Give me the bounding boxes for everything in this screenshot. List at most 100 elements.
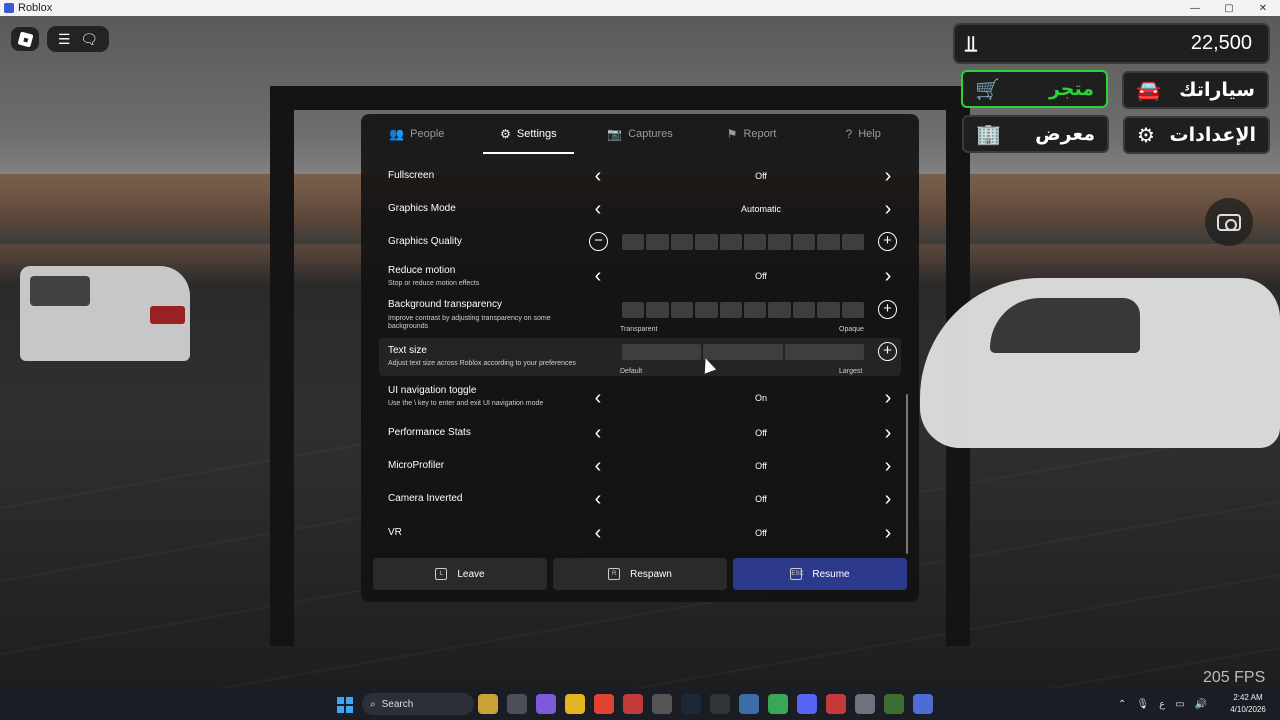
settings-icon[interactable] (855, 694, 875, 714)
settings-hud-button[interactable]: ⚙ الإعدادات (1123, 116, 1270, 154)
leave-button[interactable]: L Leave (373, 558, 547, 590)
chevron-right-icon[interactable]: › (879, 489, 897, 509)
chevron-right-icon[interactable]: › (879, 523, 897, 543)
keyboard-language-icon[interactable]: ع (1159, 699, 1165, 710)
chevron-left-icon[interactable]: ‹ (589, 456, 607, 476)
network-icon[interactable]: ▭ (1175, 699, 1184, 710)
app-icon[interactable] (826, 694, 846, 714)
taskbar-search[interactable]: ⌕ Search (362, 693, 474, 715)
chevron-left-icon[interactable]: ‹ (589, 166, 607, 186)
setting-camera-inverted: Camera Inverted ‹ Off › (379, 483, 901, 511)
chevron-left-icon[interactable]: ‹ (589, 388, 607, 408)
setting-label: Fullscreen (388, 170, 435, 181)
settings-scrollbar[interactable] (906, 394, 908, 554)
chevron-left-icon[interactable]: ‹ (589, 489, 607, 509)
clock-time: 2:42 AM (1233, 693, 1263, 702)
camera-icon (1217, 213, 1241, 231)
showroom-icon: 🏢 (976, 123, 1001, 146)
tab-settings-label: Settings (516, 128, 557, 140)
chat-icon[interactable]: 🗨 (80, 31, 98, 48)
respawn-button[interactable]: R Respawn (553, 558, 727, 590)
screenshot-button[interactable] (1205, 198, 1253, 246)
setting-label: MicroProfiler (388, 460, 445, 471)
flag-icon: ⚑ (726, 127, 738, 141)
quality-slider[interactable] (622, 234, 865, 250)
tab-help[interactable]: ? Help (807, 114, 919, 154)
transparency-slider[interactable] (622, 302, 865, 318)
maximize-button[interactable]: ▢ (1212, 3, 1246, 14)
my-cars-button[interactable]: 🚘 سياراتك (1122, 71, 1269, 109)
key-hint-icon: ESC (790, 568, 804, 580)
setting-graphics-mode: Graphics Mode ‹ Automatic › (379, 193, 901, 221)
roblox-logo-icon (17, 31, 33, 47)
roblox-menu-button[interactable] (11, 27, 39, 51)
setting-ui-navigation-toggle: UI navigation toggle Use the \ key to en… (379, 380, 901, 412)
taskbar-clock[interactable]: 2:42 AM 4/10/2026 (1226, 692, 1270, 716)
taskbar-apps (478, 694, 933, 714)
app-icon[interactable] (739, 694, 759, 714)
setting-label: Performance Stats (388, 427, 471, 438)
close-button[interactable]: ✕ (1246, 3, 1280, 14)
setting-value: Off (755, 494, 767, 504)
tab-report[interactable]: ⚑ Report (696, 114, 808, 154)
chevron-right-icon[interactable]: › (879, 388, 897, 408)
chevron-right-icon[interactable]: › (879, 456, 897, 476)
settings-hud-button-label: الإعدادات (1169, 124, 1256, 146)
plus-circle-icon[interactable]: + (878, 300, 897, 319)
setting-label: Graphics Mode (388, 203, 456, 214)
gear-icon: ⚙ (1137, 124, 1155, 147)
chevron-left-icon[interactable]: ‹ (589, 423, 607, 443)
task-view-icon[interactable] (507, 694, 527, 714)
chevron-right-icon[interactable]: › (879, 423, 897, 443)
search-icon: ⌕ (370, 698, 376, 710)
panel-tabs: 👥 People ⚙ Settings 📷 Captures ⚑ Report … (361, 114, 919, 154)
setting-description: Use the \ key to enter and exit UI navig… (388, 400, 544, 407)
showroom-button[interactable]: 🏢 معرض (962, 115, 1109, 153)
camera-icon: 📷 (607, 127, 623, 141)
tab-people[interactable]: 👥 People (361, 114, 473, 154)
steam-icon[interactable] (681, 694, 701, 714)
app-icon[interactable] (710, 694, 730, 714)
chevron-right-icon[interactable]: › (879, 166, 897, 186)
windows-start-icon[interactable] (337, 697, 353, 713)
chevron-left-icon[interactable]: ‹ (589, 266, 607, 286)
chevron-right-icon[interactable]: › (879, 266, 897, 286)
chevron-left-icon[interactable]: ‹ (589, 523, 607, 543)
roblox-taskbar-icon[interactable] (913, 694, 933, 714)
tab-captures[interactable]: 📷 Captures (584, 114, 696, 154)
chevron-right-icon[interactable]: › (879, 199, 897, 219)
app-icon[interactable] (623, 694, 643, 714)
minus-circle-icon[interactable]: − (589, 232, 608, 251)
brave-icon[interactable] (594, 694, 614, 714)
plus-circle-icon[interactable]: + (878, 342, 897, 361)
setting-graphics-quality: Graphics Quality − + (379, 226, 901, 254)
resume-button-label: Resume (812, 568, 850, 580)
app-icon[interactable] (478, 694, 498, 714)
tab-settings[interactable]: ⚙ Settings (473, 114, 585, 154)
tab-report-label: Report (743, 128, 777, 140)
copilot-icon[interactable] (536, 694, 556, 714)
store-button[interactable]: 🛒 متجر (961, 70, 1108, 108)
discord-icon[interactable] (797, 694, 817, 714)
plus-circle-icon[interactable]: + (878, 232, 897, 251)
file-explorer-icon[interactable] (565, 694, 585, 714)
tab-help-label: Help (858, 128, 881, 140)
hamburger-icon[interactable]: ☰ (58, 31, 71, 48)
setting-description: Adjust text size across Roblox according… (388, 360, 576, 367)
chrome-icon[interactable] (768, 694, 788, 714)
minimize-button[interactable]: — (1178, 3, 1212, 14)
app-icon[interactable] (652, 694, 672, 714)
resume-button[interactable]: ESC Resume (733, 558, 907, 590)
tab-people-label: People (410, 128, 445, 140)
chevron-up-icon[interactable]: ⌃ (1118, 699, 1126, 710)
setting-value: Off (755, 271, 767, 281)
setting-value: Off (755, 528, 767, 538)
microphone-icon[interactable]: 🎙 (1136, 699, 1149, 710)
setting-label: VR (388, 527, 402, 538)
chevron-left-icon[interactable]: ‹ (589, 199, 607, 219)
settings-list[interactable]: Fullscreen ‹ Off › Graphics Mode ‹ Autom… (361, 154, 919, 554)
currency-display: ⫫ 22,500 (953, 23, 1270, 64)
text-size-slider[interactable] (622, 344, 864, 360)
app-icon[interactable] (884, 694, 904, 714)
volume-icon[interactable]: 🔊 (1195, 699, 1207, 710)
